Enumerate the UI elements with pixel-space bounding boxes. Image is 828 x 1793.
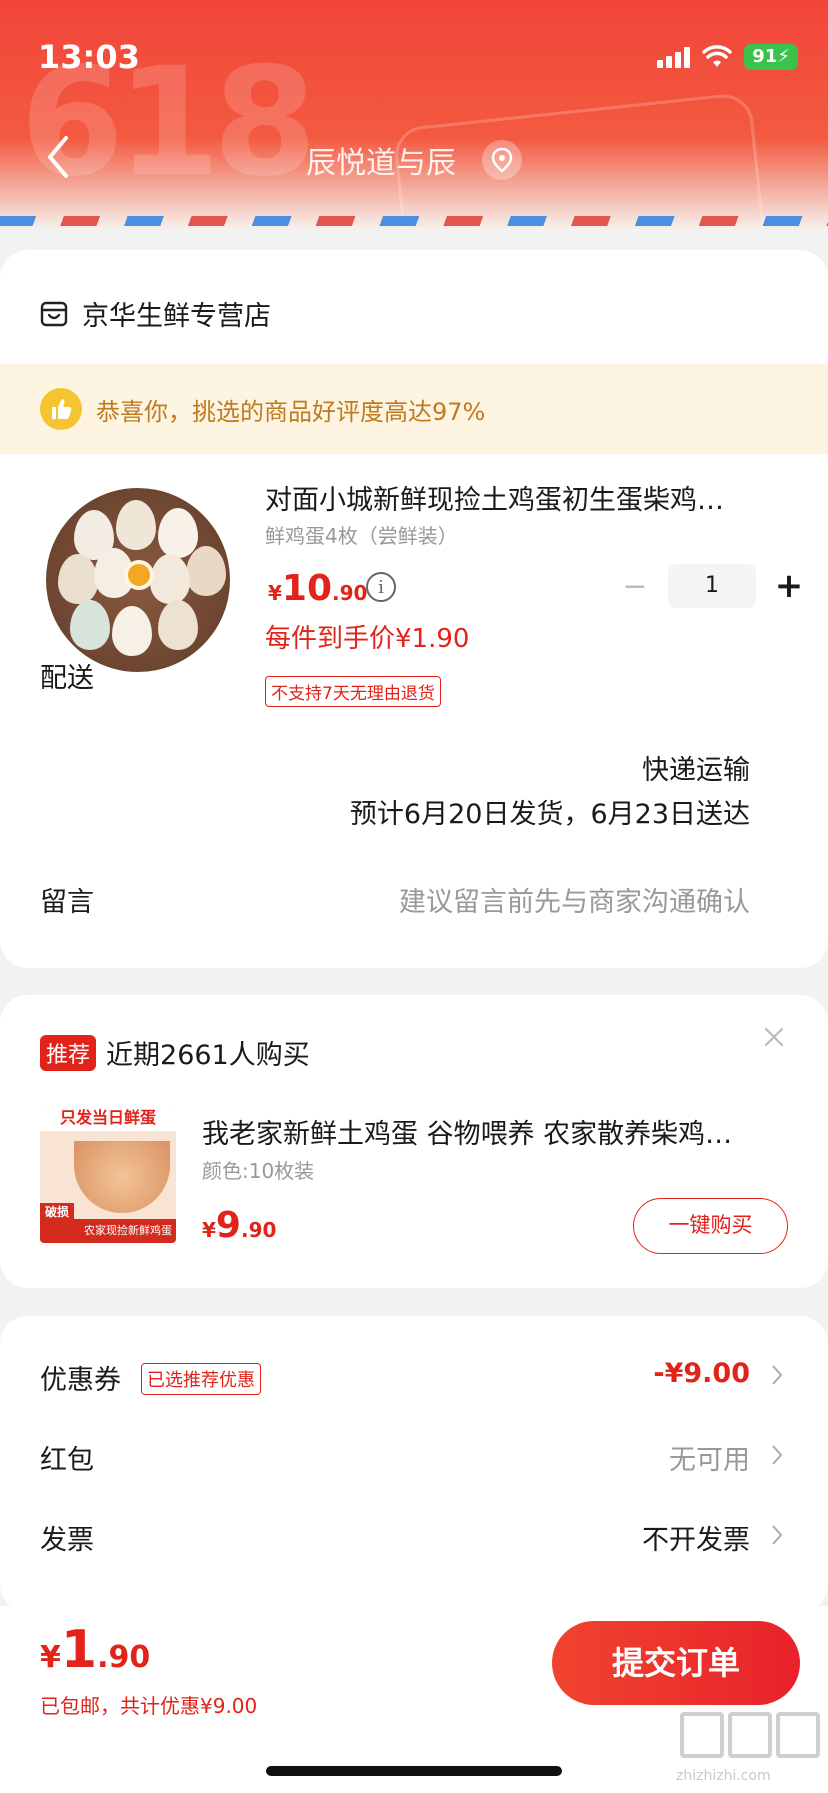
watermark-url: zhizhizhi.com	[676, 1768, 771, 1784]
airmail-stripe	[0, 216, 828, 226]
recommend-image-bottom-text: 农家现捡新鲜鸡蛋	[40, 1219, 176, 1243]
product-price: ¥10.90	[268, 568, 368, 609]
options-card: 优惠券 已选推荐优惠 -¥9.00 红包 无可用 发票 不开发票	[0, 1316, 828, 1612]
recommend-card: 推荐 近期2661人购买 只发当日鲜蛋 破损包赔 农家现捡新鲜鸡蛋 我老家新鲜土…	[0, 995, 828, 1288]
footer-bar: ¥1.90 已包邮，共计优惠¥9.00 提交订单 zhizhizhi.com	[0, 1606, 828, 1793]
recommend-price: ¥9.90	[202, 1205, 277, 1246]
battery-indicator: 91⚡	[744, 44, 798, 70]
header: 618 13:03 91⚡ 辰悦道与辰	[0, 0, 828, 230]
recommend-spec: 颜色:10枚装	[202, 1159, 315, 1183]
chevron-right-icon[interactable]	[770, 1362, 784, 1388]
recommend-image[interactable]: 只发当日鲜蛋 破损包赔 农家现捡新鲜鸡蛋	[40, 1105, 176, 1243]
shop-name: 京华生鲜专营店	[82, 301, 271, 332]
info-icon[interactable]: i	[366, 572, 396, 602]
recommend-text: 近期2661人购买	[106, 1040, 310, 1071]
chevron-right-icon[interactable]	[770, 1522, 784, 1548]
delivery-method[interactable]: 快递运输	[642, 748, 750, 787]
delivery-label: 配送	[40, 663, 94, 694]
delivery-estimate: 预计6月20日发货，6月23日送达	[349, 799, 750, 830]
invoice-value[interactable]: 不开发票	[642, 1518, 750, 1557]
status-icons: 91⚡	[657, 44, 798, 70]
recommend-title[interactable]: 我老家新鲜土鸡蛋 谷物喂养 农家散养柴鸡…	[202, 1112, 782, 1151]
home-indicator[interactable]	[266, 1766, 562, 1776]
store-icon	[40, 301, 68, 326]
quantity-input[interactable]: 1	[668, 564, 756, 608]
product-title[interactable]: 对面小城新鲜现捡土鸡蛋初生蛋柴鸡…	[265, 478, 775, 517]
product-image[interactable]	[46, 488, 230, 672]
charging-icon: ⚡	[777, 46, 790, 67]
praise-text: 恭喜你，挑选的商品好评度高达97%	[96, 397, 486, 426]
recommend-image-top-text: 只发当日鲜蛋	[40, 1105, 176, 1131]
page-title: 辰悦道与辰	[306, 146, 456, 181]
shop-row[interactable]: 京华生鲜专营店	[40, 294, 271, 333]
increase-button[interactable]: +	[764, 566, 814, 606]
coupon-label[interactable]: 优惠券	[40, 1358, 121, 1397]
close-icon[interactable]	[760, 1023, 788, 1051]
footer-discount-text: 已包邮，共计优惠¥9.00	[40, 1694, 258, 1718]
submit-order-button[interactable]: 提交订单	[552, 1621, 800, 1705]
decrease-button[interactable]: −	[610, 569, 660, 604]
remark-label: 留言	[40, 887, 94, 918]
coupon-value[interactable]: -¥9.00	[653, 1358, 750, 1389]
quantity-stepper: − 1 +	[610, 564, 814, 608]
recommend-tag: 推荐	[40, 1034, 97, 1071]
order-card: 京华生鲜专营店 恭喜你，挑选的商品好评度高达97% 对面小城新鲜现捡土鸡蛋初生蛋…	[0, 250, 828, 968]
wifi-icon	[702, 45, 733, 67]
recommend-header: 推荐 近期2661人购买	[40, 1033, 310, 1072]
thumbs-up-icon	[40, 388, 82, 430]
status-time: 13:03	[38, 38, 140, 76]
product-spec[interactable]: 鲜鸡蛋4枚（尝鲜装）	[265, 520, 458, 549]
watermark: zhizhizhi.com	[676, 1712, 826, 1790]
signal-icon	[657, 46, 691, 68]
red-packet-value[interactable]: 无可用	[669, 1438, 750, 1477]
chevron-right-icon[interactable]	[770, 1442, 784, 1468]
location-icon[interactable]	[482, 140, 522, 180]
unit-price: 每件到手价¥1.90	[265, 624, 470, 654]
coupon-tag: 已选推荐优惠	[141, 1363, 261, 1395]
title-wrap: 辰悦道与辰	[0, 138, 828, 182]
praise-banner: 恭喜你，挑选的商品好评度高达97%	[0, 364, 828, 454]
remark-input[interactable]: 建议留言前先与商家沟通确认	[399, 880, 750, 919]
one-click-buy-button[interactable]: 一键购买	[633, 1198, 788, 1254]
egg-bowl-shape	[74, 1141, 170, 1213]
return-policy-badge: 不支持7天无理由退货	[265, 676, 441, 707]
red-packet-label[interactable]: 红包	[40, 1438, 94, 1477]
total-price: ¥1.90	[40, 1620, 151, 1680]
invoice-label[interactable]: 发票	[40, 1518, 94, 1557]
